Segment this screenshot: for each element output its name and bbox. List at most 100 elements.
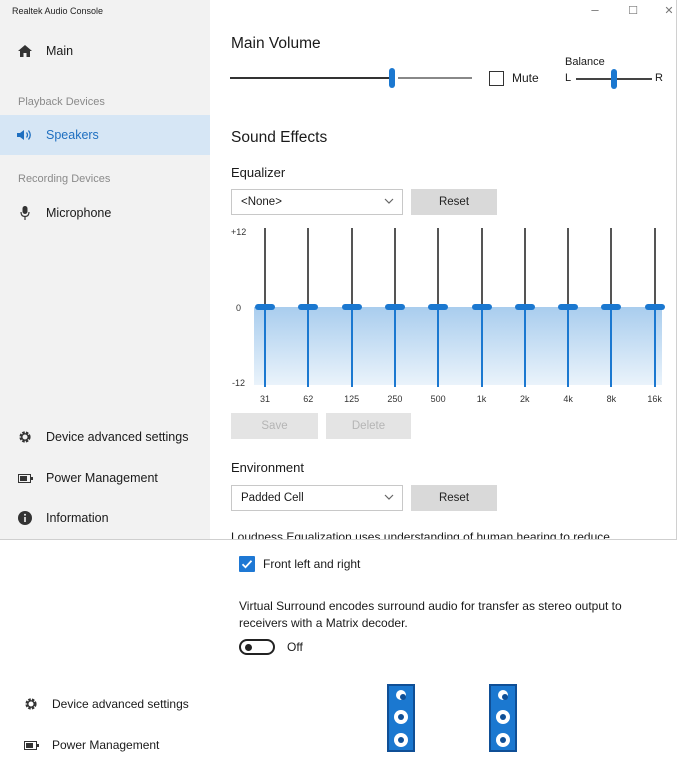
eq-band-level	[610, 307, 613, 387]
eq-band-level	[393, 307, 396, 387]
environment-value: Padded Cell	[241, 492, 304, 504]
environment-label: Environment	[231, 460, 304, 475]
battery-icon	[22, 740, 40, 750]
balance-slider[interactable]	[576, 69, 652, 89]
environment-reset-button[interactable]: Reset	[411, 485, 497, 511]
environment-dropdown[interactable]: Padded Cell	[231, 485, 403, 511]
gear-icon	[16, 430, 34, 444]
main-volume-heading: Main Volume	[231, 35, 321, 52]
eq-band-label: 16k	[647, 394, 662, 404]
sidebar-item-label: Device advanced settings	[52, 697, 189, 711]
speaker-woofer	[496, 733, 510, 747]
front-left-right-checkbox[interactable]	[239, 556, 255, 572]
eq-fill-area	[254, 307, 662, 385]
mute-checkbox[interactable]	[489, 71, 504, 86]
balance-left-label: L	[565, 72, 572, 84]
virtual-surround-description: Virtual Surround encodes surround audio …	[239, 599, 622, 630]
eq-band-thumb[interactable]	[471, 304, 492, 310]
eq-band-label: 500	[430, 394, 446, 404]
equalizer-reset-button[interactable]: Reset	[411, 189, 497, 215]
sidebar-item-label: Device advanced settings	[46, 430, 189, 444]
equalizer-preset-value: <None>	[241, 196, 282, 208]
close-button[interactable]: ✕	[656, 4, 677, 17]
eq-min-label: -12	[232, 378, 246, 388]
main-volume-slider-fill	[230, 77, 392, 79]
eq-band-label: 250	[387, 394, 403, 404]
microphone-icon	[16, 206, 34, 220]
sidebar-item-device-advanced-settings[interactable]: Device advanced settings	[0, 684, 210, 724]
checkmark-icon	[241, 560, 253, 569]
eq-band-label: 31	[259, 394, 270, 404]
eq-band-thumb[interactable]	[341, 304, 362, 310]
sidebar-item-microphone[interactable]: Microphone	[0, 193, 210, 233]
eq-band-label: 62	[303, 394, 314, 404]
eq-band-label: 4k	[563, 394, 573, 404]
balance-slider-thumb[interactable]	[611, 69, 617, 89]
home-icon	[16, 45, 34, 57]
eq-save-button[interactable]: Save	[231, 413, 318, 439]
sidebar-item-label: Main	[46, 44, 74, 58]
sidebar-item-label: Information	[46, 511, 109, 525]
sidebar-item-information[interactable]: Information	[0, 498, 210, 538]
eq-band-thumb[interactable]	[384, 304, 405, 310]
sidebar-item-label: Power Management	[46, 471, 158, 485]
window-title: Realtek Audio Console	[12, 6, 104, 16]
equalizer-preset-dropdown[interactable]: <None>	[231, 189, 403, 215]
eq-delete-button[interactable]: Delete	[326, 413, 411, 439]
eq-band-level	[523, 307, 526, 387]
audio-console-window: Realtek Audio Console – ☐ ✕ Main Playbac…	[0, 0, 677, 539]
eq-band-label: 8k	[606, 394, 617, 404]
eq-max-label: +12	[231, 227, 247, 237]
eq-band-level	[264, 307, 266, 387]
playback-devices-heading: Playback Devices	[18, 96, 105, 108]
main-volume-slider-thumb[interactable]	[389, 68, 395, 88]
eq-band-thumb[interactable]	[514, 304, 535, 310]
minimize-button[interactable]: –	[582, 2, 608, 17]
mute-label: Mute	[512, 71, 539, 85]
sidebar-item-device-advanced-settings[interactable]: Device advanced settings	[0, 417, 210, 457]
sidebar-item-speakers[interactable]: Speakers	[0, 115, 210, 155]
audio-console-scrolled-view: Front left and right Virtual Surround en…	[0, 539, 677, 763]
chevron-down-icon	[384, 196, 394, 208]
sidebar-item-power-management[interactable]: Power Management	[0, 725, 210, 763]
info-icon	[16, 511, 34, 525]
left-speaker-icon[interactable]	[387, 684, 415, 752]
front-left-right-label: Front left and right	[263, 557, 361, 571]
balance-right-label: R	[655, 72, 663, 84]
gear-icon	[22, 697, 40, 711]
equalizer-label: Equalizer	[231, 165, 286, 180]
eq-band-label: 2k	[520, 394, 530, 404]
eq-band-thumb[interactable]	[255, 304, 275, 310]
right-speaker-icon[interactable]	[489, 684, 517, 752]
sidebar-item-power-management[interactable]: Power Management	[0, 458, 210, 498]
speaker-woofer	[394, 733, 408, 747]
sidebar-item-main[interactable]: Main	[0, 31, 210, 71]
eq-zero-label: 0	[236, 303, 242, 313]
clipped-description-text: Loudness Equalization uses understanding…	[231, 530, 610, 539]
eq-band-label: 1k	[476, 394, 487, 404]
eq-band-level	[350, 307, 353, 387]
eq-band-level	[437, 307, 440, 387]
speaker-tweeter	[498, 690, 508, 700]
main-volume-slider[interactable]	[230, 67, 472, 89]
sidebar-item-label: Microphone	[46, 206, 112, 220]
eq-band-thumb[interactable]	[558, 304, 579, 310]
sound-effects-heading: Sound Effects	[231, 129, 328, 146]
eq-band-thumb[interactable]	[428, 304, 449, 310]
speaker-tweeter	[396, 690, 406, 700]
eq-band-level	[567, 307, 570, 387]
eq-band-level	[307, 307, 310, 387]
maximize-button[interactable]: ☐	[620, 4, 646, 17]
eq-band-thumb[interactable]	[601, 304, 622, 310]
eq-band-level	[653, 307, 656, 387]
eq-band-label: 125	[344, 394, 360, 404]
sidebar-item-label: Power Management	[52, 738, 160, 752]
battery-icon	[16, 473, 34, 483]
eq-band-thumb[interactable]	[298, 304, 319, 310]
toggle-state-label: Off	[287, 640, 303, 654]
virtual-surround-toggle[interactable]	[239, 639, 275, 655]
sidebar-item-label: Speakers	[46, 128, 99, 142]
speaker-woofer	[496, 710, 510, 724]
eq-band-thumb[interactable]	[644, 304, 665, 310]
speaker-woofer	[394, 710, 408, 724]
